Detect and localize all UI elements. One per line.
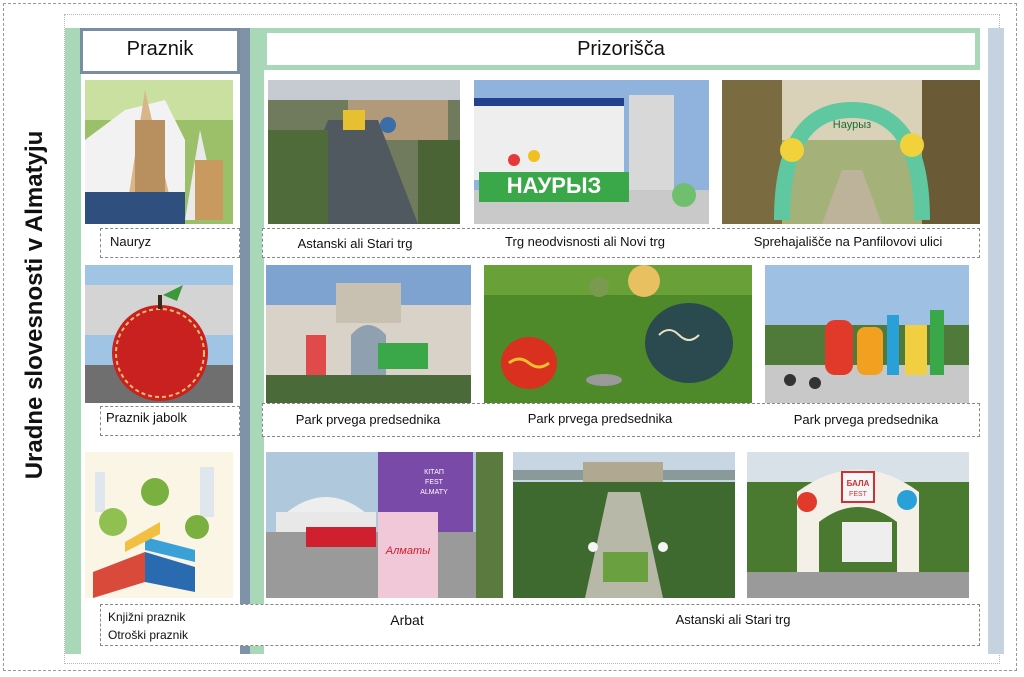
- kitap-line-3: ALMATY: [420, 489, 448, 496]
- venue-row1-3: Sprehajališče na Panfilovovi ulici: [753, 234, 943, 249]
- prizorisca-column-bar: [250, 28, 264, 654]
- photo-novi-trg: НАУРЫЗ: [474, 80, 709, 224]
- venue-row2-1: Park prvega predsednika: [295, 412, 441, 427]
- photo-arbat: КІТАП FEST ALMATY Алматы: [266, 452, 503, 598]
- praznik-jabolk: Praznik jabolk: [106, 410, 187, 425]
- venue-row1-1: Astanski ali Stari trg: [297, 236, 413, 251]
- venue-row2-3: Park prvega predsednika: [793, 412, 939, 427]
- header-prizorisca: Prizorišča: [262, 28, 980, 70]
- column-divider: [240, 28, 250, 654]
- photo-astanski-trg-2: [513, 452, 735, 598]
- venue-row1-2: Trg neodvisnosti ali Novi trg: [505, 234, 665, 249]
- bala-fest-text: FEST: [849, 491, 868, 498]
- almaty-logo-text: Алматы: [385, 545, 430, 557]
- nauryz-sign-text: НАУРЫЗ: [507, 173, 602, 198]
- caption-box-row3: [100, 604, 980, 646]
- kitap-line-2: FEST: [425, 479, 444, 486]
- praznik-otroski: Otroški praznik: [108, 628, 189, 642]
- praznik-nauryz: Nauryz: [110, 234, 152, 249]
- right-edge-bar: [988, 28, 1004, 654]
- photo-park-apples: [484, 265, 752, 403]
- photo-astanski-trg-1: [268, 80, 460, 224]
- venue-row3-2: Astanski ali Stari trg: [675, 612, 791, 627]
- venue-row2-2: Park prvega predsednika: [527, 411, 673, 426]
- side-title: Uradne slovesnosti v Almatyju: [21, 130, 48, 480]
- praznik-column-bar: [65, 28, 81, 654]
- venue-row3-1: Arbat: [390, 612, 424, 628]
- praznik-knjizni: Knjižni praznik: [108, 610, 186, 624]
- nauryz-arch-text: Наурыз: [833, 119, 871, 131]
- photo-nauryz-yurts: [85, 80, 233, 224]
- photo-book-festival-illustration: [85, 452, 233, 598]
- photo-apple-festival: [85, 265, 233, 403]
- kitap-line-1: КІТАП: [424, 469, 444, 476]
- photo-bala-fest: БАЛА FEST: [747, 452, 969, 598]
- bala-text: БАЛА: [847, 479, 870, 488]
- photo-park-gate: [266, 265, 471, 403]
- header-praznik: Praznik: [80, 28, 240, 74]
- photo-panfilov-arch: Наурыз: [722, 80, 980, 224]
- photo-park-letters: [765, 265, 969, 403]
